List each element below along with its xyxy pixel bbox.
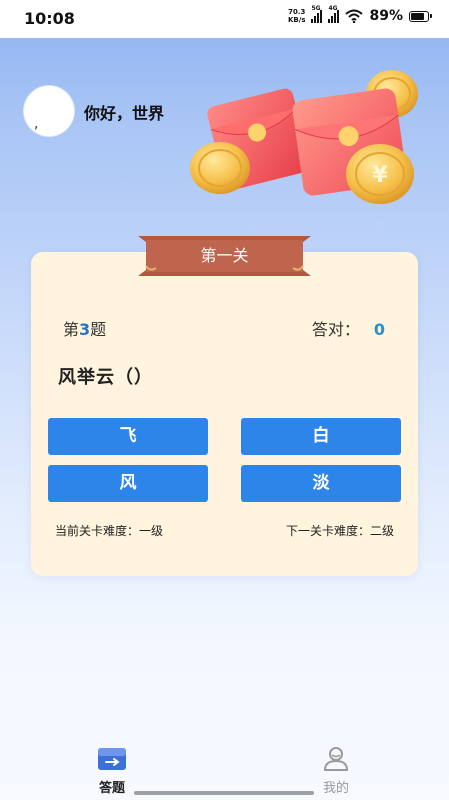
tab-profile[interactable]: 我的: [296, 745, 376, 796]
option-button-2[interactable]: 白: [241, 418, 401, 455]
network-speed: 70.3 KB/s: [288, 8, 305, 24]
question-suffix: 题: [90, 320, 107, 339]
wifi-icon: [345, 9, 364, 23]
next-difficulty: 下一关卡难度：二级: [285, 524, 394, 538]
current-difficulty: 当前关卡难度：一级: [55, 524, 164, 538]
status-icons: 70.3 KB/s 5G 4G 89%: [288, 5, 432, 24]
battery-percent: 89%: [369, 8, 403, 24]
avatar-mark: ,: [34, 116, 39, 132]
signal-4g-icon: 4G: [328, 5, 340, 23]
greeting-text: 你好，世界: [84, 104, 165, 123]
tab-quiz[interactable]: 答题: [72, 745, 152, 796]
battery-icon: [409, 10, 432, 22]
option-button-3[interactable]: 风: [48, 465, 208, 502]
correct-count-value: 0: [373, 320, 385, 339]
correct-count: 答对： 0: [312, 316, 385, 340]
network-speed-value: 70.3: [288, 8, 306, 16]
signal-5g-label: 5G: [311, 5, 321, 12]
level-title: 第一关: [200, 246, 249, 265]
option-button-1[interactable]: 飞: [48, 418, 208, 455]
home-indicator[interactable]: [134, 791, 314, 795]
status-bar: 10:08 70.3 KB/s 5G 4G 89%: [0, 0, 449, 38]
correct-label: 答对：: [311, 320, 360, 339]
profile-icon: [323, 747, 349, 771]
signal-4g-label: 4G: [328, 5, 338, 12]
network-speed-unit: KB/s: [288, 16, 306, 24]
avatar[interactable]: [24, 86, 74, 136]
option-button-4[interactable]: 淡: [241, 465, 401, 502]
question-text: 风举云（）: [58, 367, 153, 388]
question-prefix: 第: [63, 320, 80, 339]
question-index: 3: [79, 320, 91, 339]
signal-5g-icon: 5G: [311, 5, 323, 23]
red-envelope-illustration: ¥: [190, 70, 418, 204]
status-time: 10:08: [24, 9, 75, 28]
battery-fill: [411, 12, 424, 20]
quiz-icon: [98, 748, 126, 770]
question-number: 第3题: [63, 316, 106, 340]
svg-text:¥: ¥: [372, 163, 388, 188]
